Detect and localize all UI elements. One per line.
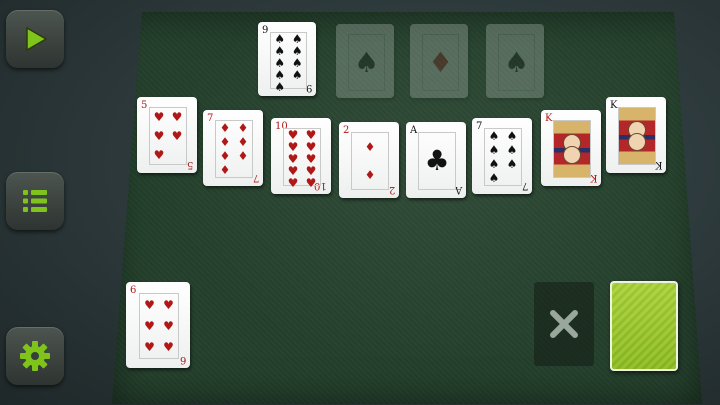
suit-pip: ♦ xyxy=(237,149,249,163)
pip-grid: ♦ ♦ xyxy=(352,133,388,189)
discard-button[interactable] xyxy=(534,282,594,366)
suit-pip: ♠ xyxy=(503,45,530,79)
tableau-card[interactable]: 5 5 ♥ ♥ ♥ ♥ ♥ xyxy=(137,97,197,173)
suit-pip: ♥ xyxy=(144,340,155,355)
suit-pip: ♥ xyxy=(163,297,174,312)
suit-pip: ♠ xyxy=(506,129,518,143)
king-portrait xyxy=(619,108,655,164)
suit-pip: ♦ xyxy=(219,121,231,135)
card-rank-top: K xyxy=(545,113,553,124)
card-rank-bottom: 7 xyxy=(252,172,259,183)
card-rank-top: 5 xyxy=(141,100,148,111)
card-face: ♠ xyxy=(348,34,385,91)
card-face: ♠ ♠ ♠ ♠ ♠ ♠ ♠ ♠ ♠ xyxy=(270,32,307,93)
pip-grid: ♥ ♥ ♥ ♥ ♥ xyxy=(150,108,186,164)
suit-pip: ♣ xyxy=(424,144,450,177)
card-rank-top: 6 xyxy=(130,285,137,296)
card-face: ♥ ♥ ♥ ♥ ♥ xyxy=(149,107,187,165)
suit-pip: ♦ xyxy=(237,121,249,135)
card-rank-top: 7 xyxy=(207,113,214,124)
suit-pip: ♥ xyxy=(163,318,174,333)
suit-pip: ♦ xyxy=(427,45,454,79)
card-rank-top: A xyxy=(410,125,418,136)
suit-pip: ♠ xyxy=(274,80,286,94)
suit-pip: ♥ xyxy=(305,176,317,190)
tableau-card[interactable]: 7 7 ♦ ♦ ♦ ♦ ♦ ♦ ♦ xyxy=(203,110,263,186)
suit-pip: ♥ xyxy=(153,110,165,125)
suit-pip: ♠ xyxy=(488,157,500,171)
suit-pip: ♥ xyxy=(287,176,299,190)
tableau-card[interactable]: KK xyxy=(606,97,666,173)
pip-grid: ♥ ♥ ♥ ♥ ♥ ♥ ♥ ♥ ♥ ♥ xyxy=(284,129,320,189)
foundation-card[interactable]: 9 9 ♠ ♠ ♠ ♠ ♠ ♠ ♠ ♠ ♠ xyxy=(258,22,316,96)
suit-pip: ♦ xyxy=(364,168,376,182)
suit-pip: ♦ xyxy=(219,135,231,149)
play-button[interactable] xyxy=(6,10,64,68)
gear-icon xyxy=(20,341,50,371)
card-rank-top: 2 xyxy=(343,125,350,136)
suit-pip: ♦ xyxy=(237,135,249,149)
foundation-card: ♠ xyxy=(486,24,544,98)
card-rank-top: K xyxy=(610,100,618,111)
pip-grid: ♥ ♥ ♥ ♥ ♥ ♥ xyxy=(140,294,178,358)
suit-pip: ♠ xyxy=(488,129,500,143)
suit-pip: ♠ xyxy=(506,157,518,171)
suit-pip: ♦ xyxy=(219,163,231,177)
suit-pip: ♥ xyxy=(163,340,174,355)
foundation-card: ♦ xyxy=(410,24,468,98)
suit-pip: ♠ xyxy=(488,171,500,185)
suit-pip: ♦ xyxy=(364,140,376,154)
card-rank-bottom: 6 xyxy=(179,354,186,365)
card-rank-top: 9 xyxy=(262,25,269,36)
card-face xyxy=(618,107,656,165)
card-face: ♣ xyxy=(418,132,456,190)
foundation-card: ♠ xyxy=(336,24,394,98)
tableau-card[interactable]: A A ♣ xyxy=(406,122,466,198)
menu-button[interactable] xyxy=(6,172,64,230)
suit-pip: ♦ xyxy=(219,149,231,163)
suit-pip: ♠ xyxy=(353,45,380,79)
suit-pip: ♥ xyxy=(144,297,155,312)
tableau-card[interactable]: KK xyxy=(541,110,601,186)
pip-grid: ♠ ♠ ♠ ♠ ♠ ♠ ♠ xyxy=(485,129,521,185)
card-face: ♠ ♠ ♠ ♠ ♠ ♠ ♠ xyxy=(484,128,522,186)
close-x-icon xyxy=(550,310,578,338)
card-rank-bottom: 7 xyxy=(521,180,528,191)
waste-card[interactable]: 6 6 ♥ ♥ ♥ ♥ ♥ ♥ xyxy=(126,282,190,368)
suit-pip: ♥ xyxy=(171,110,183,125)
card-face xyxy=(553,120,591,178)
card-face: ♠ xyxy=(498,34,535,91)
suit-pip: ♥ xyxy=(153,147,165,162)
pip-grid: ♦ ♦ ♦ ♦ ♦ ♦ ♦ xyxy=(216,121,252,177)
tableau-card[interactable]: 7 7 ♠ ♠ ♠ ♠ ♠ ♠ ♠ xyxy=(472,118,532,194)
card-face: ♦ ♦ ♦ ♦ ♦ ♦ ♦ xyxy=(215,120,253,178)
settings-button[interactable] xyxy=(6,327,64,385)
king-portrait xyxy=(554,121,590,177)
card-rank-bottom: 2 xyxy=(388,184,395,195)
card-rank-bottom: 5 xyxy=(186,159,193,170)
card-rank-top: 7 xyxy=(476,121,483,132)
card-face: ♥ ♥ ♥ ♥ ♥ ♥ ♥ ♥ ♥ ♥ xyxy=(283,128,321,189)
card-face: ♦ ♦ xyxy=(351,132,389,190)
tableau-card[interactable]: 2 2 ♦ ♦ xyxy=(339,122,399,198)
stock-pile[interactable] xyxy=(610,281,678,371)
tableau-card[interactable]: 10 10 ♥ ♥ ♥ ♥ ♥ ♥ ♥ ♥ ♥ ♥ xyxy=(271,118,331,194)
suit-pip: ♥ xyxy=(153,128,165,143)
suit-pip: ♠ xyxy=(506,143,518,157)
pip-grid: ♠ ♠ ♠ ♠ ♠ ♠ ♠ ♠ ♠ xyxy=(271,33,306,93)
game-screen: 9 9 ♠ ♠ ♠ ♠ ♠ ♠ ♠ ♠ ♠ ♠ ♦ ♠ 5 5 ♥ ♥ ♥ ♥ ♥ 7 7 ♦ ♦ ♦ ♦ ♦ ♦ ♦ 10 10 ♥ ♥ ♥ ♥ ♥ ♥… xyxy=(0,0,720,405)
suit-pip: ♥ xyxy=(144,318,155,333)
suit-pip: ♠ xyxy=(291,68,303,82)
card-face: ♥ ♥ ♥ ♥ ♥ ♥ xyxy=(139,293,179,359)
play-icon xyxy=(26,26,48,52)
card-face: ♦ xyxy=(422,34,459,91)
menu-list-icon xyxy=(23,190,47,212)
suit-pip: ♠ xyxy=(488,143,500,157)
suit-pip: ♥ xyxy=(171,128,183,143)
